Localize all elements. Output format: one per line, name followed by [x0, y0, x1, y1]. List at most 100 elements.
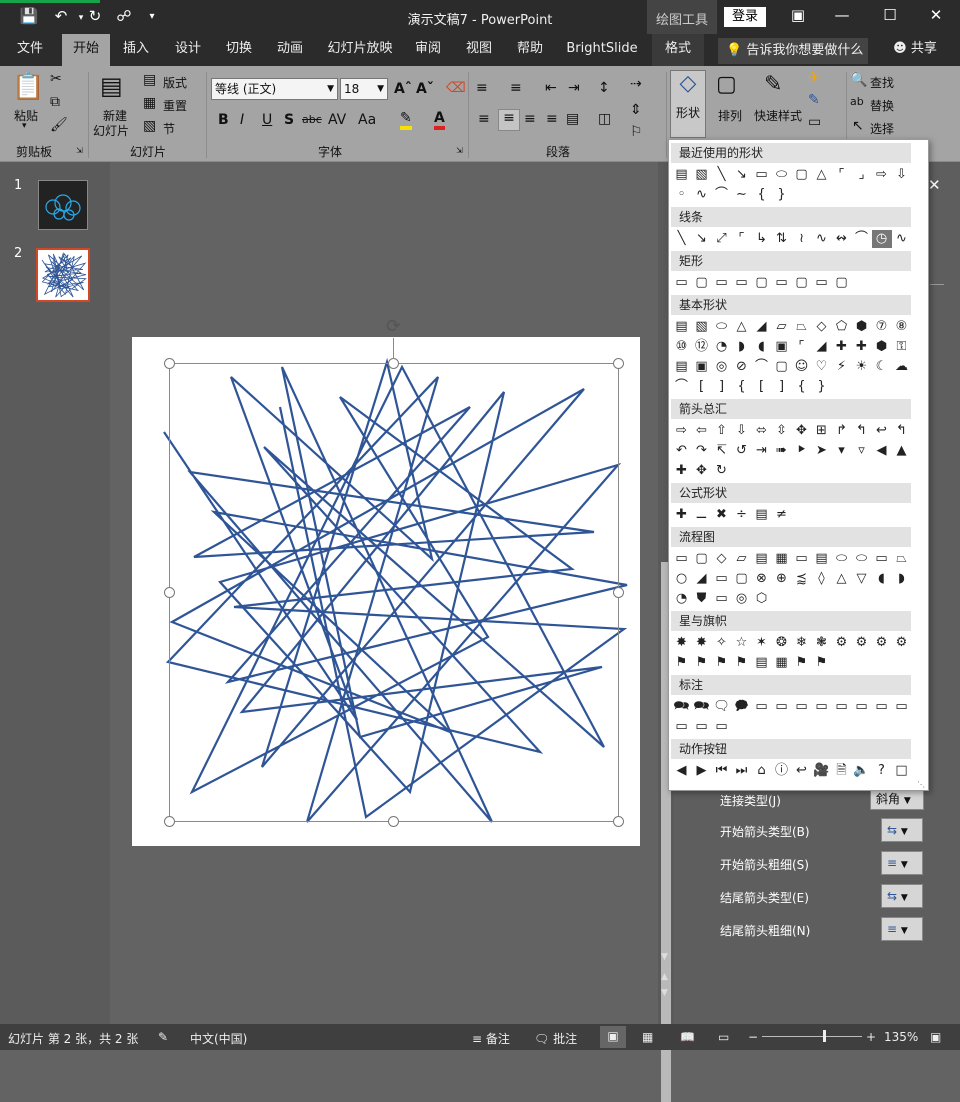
section-icon[interactable]: ▧	[143, 118, 156, 134]
shrink-font-icon[interactable]: Aˇ	[416, 81, 434, 97]
language-indicator[interactable]: 中文(中国)	[190, 1030, 247, 1047]
shape-outline-icon[interactable]: ✎	[808, 92, 820, 108]
find-icon[interactable]: 🔍	[850, 72, 867, 88]
close-pane-icon[interactable]: ✕	[928, 176, 941, 194]
font-name-select[interactable]: 等线 (正文) ▼	[211, 78, 338, 100]
shape-row-basic-4[interactable]: ⌒[]{[]{}	[672, 378, 832, 396]
shape-effects-icon[interactable]: ▭	[808, 114, 821, 130]
tab-format[interactable]: 格式	[652, 34, 704, 66]
resize-handle[interactable]	[164, 358, 175, 369]
shadow-icon[interactable]: S	[284, 112, 294, 128]
comments-button[interactable]: 🗨 批注	[534, 1030, 577, 1047]
bullets-icon[interactable]: ≡	[476, 80, 488, 96]
begin-arrow-size-select[interactable]: ≡ ▼	[881, 851, 923, 875]
highlight-color-icon[interactable]: ✎	[400, 110, 412, 130]
line-spacing-icon[interactable]: ↕	[598, 80, 610, 96]
resize-handle[interactable]	[613, 816, 624, 827]
new-slide-icon[interactable]: ▤	[100, 72, 123, 100]
resize-handle[interactable]	[388, 358, 399, 369]
format-painter-icon[interactable]: 🖌	[50, 117, 68, 133]
tab-view[interactable]: 视图	[457, 34, 501, 66]
zoom-out-icon[interactable]: −	[748, 1030, 758, 1044]
shape-row-arrows-1[interactable]: ⇨ ⇦ ⇧ ⇩ ⬄ ⇳ ✥ ⊞ ↱ ↰ ↩ ↰	[672, 422, 912, 440]
shape-row-rectangles[interactable]: ▭ ▢ ▭ ▭ ▢ ▭ ▢ ▭ ▢	[672, 274, 852, 292]
rotate-handle-icon[interactable]: ⟳	[386, 316, 401, 337]
notes-button[interactable]: ≡ 备注	[472, 1030, 510, 1047]
previous-slide-icon[interactable]: ▲	[661, 972, 668, 982]
shape-row-recent-2[interactable]: ◦ ∿ ⌒ ∼{}	[672, 186, 792, 204]
resize-handle[interactable]	[164, 587, 175, 598]
align-text-icon[interactable]: ⇕	[630, 102, 642, 118]
shape-row-basic-2[interactable]: ⑩ ⑫ ◔ ◗ ◖ ▣ ⌜ ◢ ✚ ✚ ⬢ ⚿	[672, 338, 912, 356]
underline-icon[interactable]: U	[262, 112, 272, 128]
shape-row-callouts-1[interactable]: 🗪 🗪 🗨 🗭 ▭ ▭ ▭ ▭ ▭ ▭ ▭ ▭	[672, 698, 912, 716]
shape-row-arrows-3[interactable]: ✚ ✥ ↻	[672, 462, 732, 480]
tab-file[interactable]: 文件	[8, 34, 52, 66]
tab-help[interactable]: 帮助	[508, 34, 552, 66]
tab-review[interactable]: 审阅	[406, 34, 450, 66]
tell-me-search[interactable]: 💡 告诉我你想要做什么	[718, 38, 868, 64]
slide-thumbnail-1[interactable]	[38, 180, 88, 230]
shape-row-flowchart-2[interactable]: ○ ◢ ▭ ▢ ⊗ ⊕ ⪷ ◊ △ ▽ ◖ ◗	[672, 570, 912, 588]
tab-home[interactable]: 开始	[62, 34, 110, 66]
quick-styles-icon[interactable]: ✎	[764, 72, 782, 97]
arrange-icon[interactable]: ▢	[716, 72, 737, 97]
smartart-icon[interactable]: ⚐	[630, 124, 643, 140]
reset-icon[interactable]: ▦	[143, 95, 156, 111]
shape-row-flowchart-1[interactable]: ▭ ▢ ◇ ▱ ▤ ▦ ▭ ▤ ⬭ ⬭ ▭ ⏢	[672, 550, 912, 568]
normal-view-icon[interactable]: ▣	[600, 1026, 626, 1048]
login-button[interactable]: 登录	[724, 7, 766, 27]
font-size-select[interactable]: 18 ▼	[340, 78, 388, 100]
reading-view-icon[interactable]: 📖	[680, 1030, 695, 1044]
tab-design[interactable]: 设计	[166, 34, 210, 66]
layout-button[interactable]: 版式	[163, 74, 187, 91]
replace-button[interactable]: 替换	[870, 97, 894, 114]
bold-icon[interactable]: B	[218, 112, 229, 128]
next-slide-icon[interactable]: ▼	[661, 988, 668, 998]
strikethrough-icon[interactable]: abc	[302, 113, 322, 126]
font-launcher-icon[interactable]: ⇲	[456, 146, 463, 155]
shape-row-basic-3[interactable]: ▤ ▣ ◎ ⊘ ⌒ ▢ ☺ ♡ ⚡ ☀ ☾ ☁	[672, 358, 912, 376]
tab-animations[interactable]: 动画	[268, 34, 312, 66]
shape-row-lines[interactable]: ╲ ↘ ⤢ ⌜ ↳ ⇅ ≀ ∿ ↭ ⌒ ◷ ∿	[672, 230, 912, 248]
scroll-down-icon[interactable]: ▼	[661, 952, 668, 962]
text-direction-icon[interactable]: ⇢	[630, 76, 642, 92]
font-color-icon[interactable]: A	[434, 110, 445, 130]
resize-handle[interactable]	[388, 816, 399, 827]
shape-row-callouts-2[interactable]: ▭ ▭ ▭	[672, 718, 732, 736]
shape-row-stars-1[interactable]: ✸ ✸ ✧ ☆ ✶ ❂ ❄ ❃ ⚙ ⚙ ⚙ ⚙	[672, 634, 912, 652]
tab-transitions[interactable]: 切换	[217, 34, 261, 66]
slide-thumbnail-2[interactable]	[36, 248, 90, 302]
paste-dropdown-icon[interactable]: ▾	[22, 121, 27, 131]
shape-row-arrows-2[interactable]: ↶ ↷ ↸ ↺ ⇥ ➠ ⯈ ➤ ▾ ▿ ◀ ▲	[672, 442, 912, 460]
resize-handle[interactable]	[613, 587, 624, 598]
shape-row-equation[interactable]: ✚ ⚊ ✖ ÷ ▤ ≠	[672, 506, 792, 524]
quick-styles-button[interactable]: 快速样式	[754, 107, 802, 124]
justify-icon[interactable]: ≡	[546, 111, 558, 127]
clear-formatting-icon[interactable]: ⌫	[446, 80, 466, 96]
select-icon[interactable]: ↖	[852, 118, 864, 134]
zoom-level[interactable]: 135%	[884, 1030, 918, 1044]
shape-row-stars-2[interactable]: ⚑ ⚑ ⚑ ⚑ ▤ ▦ ⚑ ⚑	[672, 654, 832, 672]
replace-icon[interactable]: ab	[850, 95, 864, 108]
minimize-icon[interactable]: —	[830, 6, 854, 24]
character-spacing-icon[interactable]: AV	[328, 112, 346, 128]
decrease-indent-icon[interactable]: ⇤	[545, 80, 557, 96]
align-right-icon[interactable]: ≡	[524, 111, 536, 127]
distributed-icon[interactable]: ▤	[566, 111, 579, 127]
columns-icon[interactable]: ◫	[598, 111, 611, 127]
shape-row-basic-1[interactable]: ▤ ▧ ⬭ △ ◢ ▱ ⏢ ◇ ⬠ ⬢ ⑦ ⑧	[672, 318, 912, 336]
begin-arrow-type-select[interactable]: ⇆ ▼	[881, 818, 923, 842]
slideshow-view-icon[interactable]: ▭	[718, 1030, 729, 1044]
freeform-path[interactable]	[41, 251, 87, 298]
italic-icon[interactable]: I	[240, 112, 244, 128]
join-type-select[interactable]: 斜角 ▼	[870, 788, 924, 810]
panel-resize-grip-icon[interactable]: ⋱	[917, 780, 925, 789]
select-button[interactable]: 选择	[870, 120, 894, 137]
shape-row-action-buttons[interactable]: ◀ ▶ ⏮ ⏭ ⌂ ⓘ ↩ 🎥 🗎 🔈? □	[672, 762, 912, 780]
shape-row-recent-1[interactable]: ▤ ▧ ╲ ↘ ▭ ⬭ ▢ △ ⌜ ⌟ ⇨ ⇩	[672, 166, 912, 184]
align-center-icon[interactable]: ≡	[498, 109, 520, 131]
shapes-gallery-button[interactable]: ◇ 形状	[670, 70, 706, 138]
tab-brightslide[interactable]: BrightSlide	[562, 34, 642, 66]
new-slide-label-2[interactable]: 幻灯片	[93, 122, 129, 139]
